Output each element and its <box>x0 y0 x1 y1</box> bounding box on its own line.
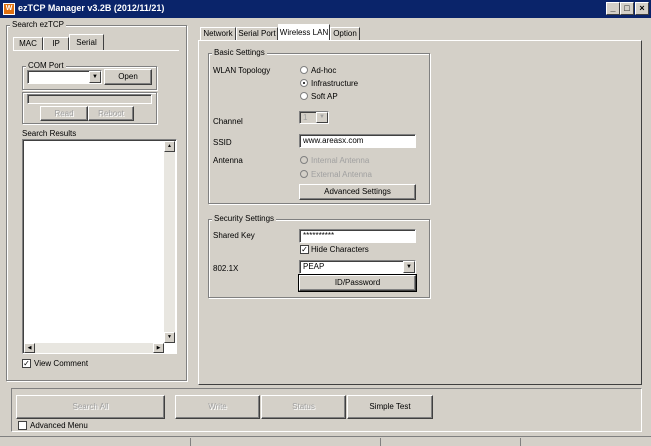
infrastructure-label: Infrastructure <box>311 79 359 88</box>
tab-network[interactable]: Network <box>200 27 236 40</box>
status-button[interactable]: Status <box>261 395 346 419</box>
search-all-button[interactable]: Search All <box>16 395 165 419</box>
ad-hoc-label: Ad-hoc <box>311 66 337 75</box>
radio-ad-hoc[interactable] <box>300 66 308 74</box>
tab-ip[interactable]: IP <box>43 37 69 50</box>
radio-infrastructure[interactable] <box>300 79 308 87</box>
status-bar <box>0 436 651 446</box>
minimize-button[interactable]: _ <box>606 2 620 15</box>
security-settings-legend: Security Settings <box>212 214 277 223</box>
antenna-label: Antenna <box>213 156 243 165</box>
external-antenna-label: External Antenna <box>311 170 372 179</box>
soft-ap-label: Soft AP <box>311 92 338 101</box>
status-divider <box>520 438 521 446</box>
tab-mac[interactable]: MAC <box>13 37 43 50</box>
scroll-down-icon[interactable]: ▼ <box>164 332 175 343</box>
shared-key-input[interactable]: ********** <box>299 229 416 243</box>
progress-field <box>27 94 152 104</box>
status-divider <box>190 438 191 446</box>
auth-select[interactable]: PEAP <box>299 260 416 274</box>
chevron-down-icon[interactable]: ▼ <box>89 71 101 83</box>
internal-antenna-label: Internal Antenna <box>311 156 370 165</box>
advanced-settings-button[interactable]: Advanced Settings <box>299 184 416 200</box>
basic-settings-legend: Basic Settings <box>212 48 267 57</box>
tab-serial[interactable]: Serial <box>69 34 104 50</box>
scroll-up-icon[interactable]: ▲ <box>164 141 175 152</box>
wlan-topology-label: WLAN Topology <box>213 66 271 75</box>
status-divider <box>380 438 381 446</box>
shared-key-label: Shared Key <box>213 231 255 240</box>
chevron-down-icon[interactable]: ▼ <box>403 261 415 273</box>
chevron-down-icon[interactable]: ▼ <box>316 112 328 123</box>
radio-soft-ap[interactable] <box>300 92 308 100</box>
id-password-button[interactable]: ID/Password <box>299 275 416 291</box>
scroll-right-icon[interactable]: ▶ <box>153 343 164 353</box>
view-comment-checkbox[interactable]: ✓ <box>22 359 31 368</box>
advanced-menu-label: Advanced Menu <box>30 421 88 430</box>
hide-characters-checkbox[interactable]: ✓ <box>300 245 309 254</box>
tab-wireless-lan[interactable]: Wireless LAN <box>278 24 330 40</box>
maximize-button[interactable]: □ <box>620 2 634 15</box>
basic-settings-group <box>208 53 430 204</box>
app-icon: W <box>3 3 15 15</box>
window-title: ezTCP Manager v3.2B (2012/11/21) <box>18 3 165 13</box>
search-results-label: Search Results <box>22 129 77 138</box>
simple-test-button[interactable]: Simple Test <box>347 395 433 419</box>
auth-label: 802.1X <box>213 264 239 273</box>
scroll-left-icon[interactable]: ◀ <box>24 343 35 353</box>
search-eztcp-legend: Search ezTCP <box>10 20 67 29</box>
reboot-button[interactable]: Reboot <box>88 106 134 121</box>
channel-label: Channel <box>213 117 243 126</box>
ssid-input[interactable]: www.areasx.com <box>299 134 416 148</box>
write-button[interactable]: Write <box>175 395 260 419</box>
close-button[interactable]: × <box>635 2 649 15</box>
advanced-menu-checkbox[interactable] <box>18 421 27 430</box>
search-results-list[interactable] <box>22 139 177 354</box>
read-button[interactable]: Read <box>40 106 88 121</box>
view-comment-label: View Comment <box>34 359 89 368</box>
radio-internal-antenna[interactable] <box>300 156 308 164</box>
tab-divider <box>13 50 179 51</box>
hide-characters-label: Hide Characters <box>311 245 369 254</box>
check-icon: ✓ <box>23 359 30 368</box>
check-icon: ✓ <box>301 245 308 254</box>
ssid-label: SSID <box>213 138 232 147</box>
tab-option[interactable]: Option <box>330 27 360 40</box>
vertical-scrollbar[interactable] <box>164 141 175 343</box>
com-port-legend: COM Port <box>26 61 66 70</box>
tab-serial-port[interactable]: Serial Port <box>236 27 278 40</box>
radio-external-antenna[interactable] <box>300 170 308 178</box>
horizontal-scrollbar[interactable] <box>24 343 164 353</box>
title-bar: W ezTCP Manager v3.2B (2012/11/21) _ □ × <box>0 0 651 18</box>
open-button[interactable]: Open <box>104 69 152 85</box>
